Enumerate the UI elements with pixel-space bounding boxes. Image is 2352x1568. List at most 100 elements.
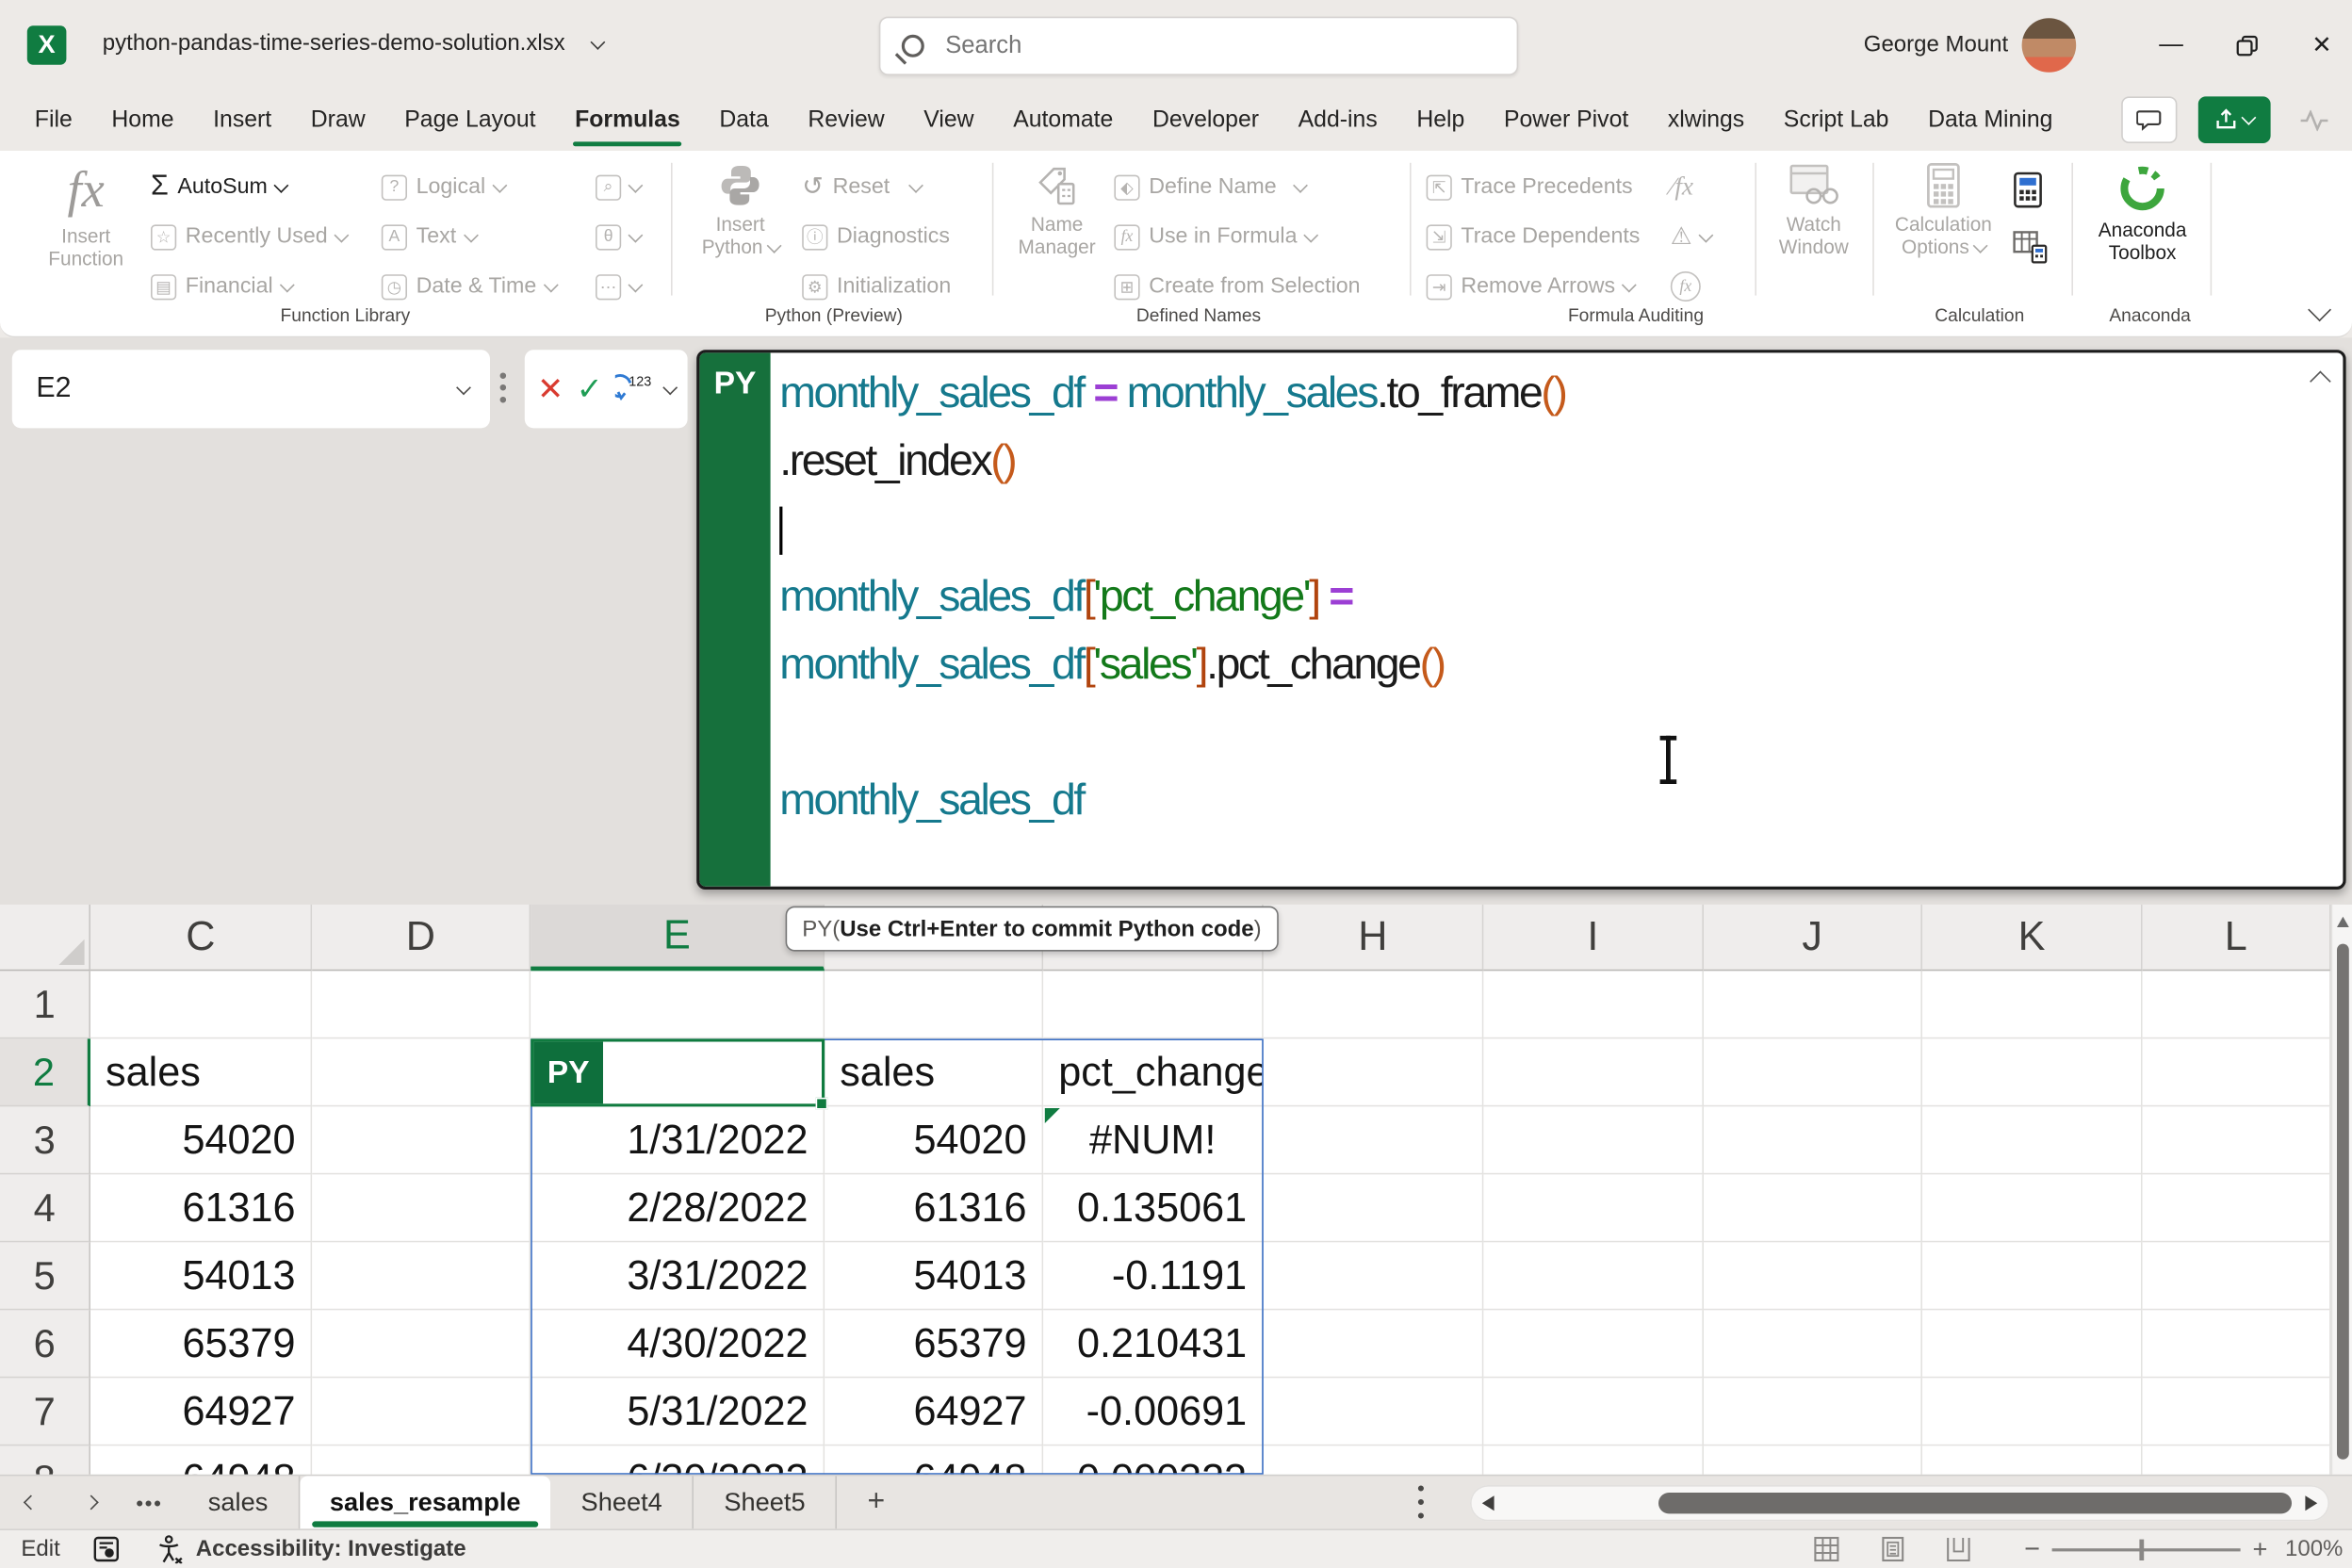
error-checking-button[interactable]: ⚠ — [1671, 219, 1712, 254]
define-name-button[interactable]: ⬖Define Name — [1114, 169, 1305, 204]
horizontal-scrollbar-thumb[interactable] — [1658, 1493, 2292, 1513]
name-manager-button[interactable]: Name Manager — [1007, 163, 1107, 258]
menu-tab-data-mining[interactable]: Data Mining — [1926, 98, 2054, 143]
cell-H3[interactable] — [1264, 1106, 1484, 1174]
macro-recording-icon[interactable] — [93, 1536, 122, 1561]
cell-K2[interactable] — [1922, 1038, 2143, 1106]
menu-tab-automate[interactable]: Automate — [1012, 98, 1115, 143]
cell-H7[interactable] — [1264, 1378, 1484, 1446]
row-header-5[interactable]: 5 — [0, 1242, 90, 1310]
cell-F6[interactable]: 65379 — [825, 1310, 1043, 1378]
cell-F4[interactable]: 61316 — [825, 1174, 1043, 1242]
cell-D5[interactable] — [312, 1242, 531, 1310]
code-line-1[interactable]: monthly_sales_df = monthly_sales.to_fram… — [779, 359, 2334, 427]
comments-button[interactable] — [2121, 96, 2177, 143]
calculate-sheet-button[interactable] — [2013, 229, 2049, 265]
python-code-area[interactable]: monthly_sales_df = monthly_sales.to_fram… — [771, 352, 2344, 886]
normal-view-icon[interactable] — [1813, 1536, 1838, 1561]
trace-precedents-button[interactable]: ⇱Trace Precedents — [1427, 169, 1633, 204]
add-sheet-button[interactable]: + — [837, 1476, 915, 1528]
create-from-selection-button[interactable]: ⊞Create from Selection — [1114, 269, 1360, 304]
zoom-level[interactable]: 100% — [2279, 1536, 2343, 1561]
row-header-1[interactable]: 1 — [0, 971, 90, 1038]
row-header-3[interactable]: 3 — [0, 1106, 90, 1174]
cell-L3[interactable] — [2143, 1106, 2331, 1174]
column-header-H[interactable]: H — [1264, 905, 1484, 971]
scrollbar-splitter[interactable]: ••• — [1417, 1482, 1425, 1523]
menu-tab-power-pivot[interactable]: Power Pivot — [1502, 98, 1630, 143]
active-cell-E2[interactable]: PY — [531, 1038, 825, 1106]
anaconda-toolbox-button[interactable]: Anaconda Toolbox — [2093, 163, 2193, 264]
code-line-4[interactable]: monthly_sales_df['pct_change'] = — [779, 563, 2334, 630]
zoom-slider-handle[interactable] — [2140, 1539, 2145, 1560]
sheet-tab-sales[interactable]: sales — [178, 1476, 300, 1528]
cell-D3[interactable] — [312, 1106, 531, 1174]
enter-icon[interactable]: ✓ — [577, 370, 603, 408]
cell-F8[interactable]: 64948 — [825, 1446, 1043, 1474]
formula-bar-splitter[interactable]: ••• — [499, 371, 507, 407]
column-header-L[interactable]: L — [2143, 905, 2331, 971]
avatar[interactable] — [2022, 18, 2077, 73]
evaluate-formula-button[interactable]: fx — [1671, 269, 1701, 304]
remove-arrows-button[interactable]: ⇥Remove Arrows — [1427, 269, 1635, 304]
cell-E8[interactable]: 6/30/2022 — [531, 1446, 825, 1474]
cell-D6[interactable] — [312, 1310, 531, 1378]
name-box-input[interactable] — [33, 371, 410, 407]
search-input[interactable] — [942, 31, 1455, 61]
activity-icon[interactable] — [2292, 96, 2337, 143]
watch-window-button[interactable]: Watch Window — [1764, 163, 1864, 258]
lookup-reference-button[interactable]: ⌕ — [596, 169, 641, 204]
menu-tab-data[interactable]: Data — [718, 98, 771, 143]
cell-I5[interactable] — [1483, 1242, 1704, 1310]
cell-E4[interactable]: 2/28/2022 — [531, 1174, 825, 1242]
cell-K1[interactable] — [1922, 971, 2143, 1038]
logical-button[interactable]: ?Logical — [382, 169, 505, 204]
cell-G1[interactable] — [1043, 971, 1264, 1038]
menu-tab-page-layout[interactable]: Page Layout — [403, 98, 537, 143]
cell-J3[interactable] — [1704, 1106, 1922, 1174]
row-header-7[interactable]: 7 — [0, 1378, 90, 1446]
cell-J4[interactable] — [1704, 1174, 1922, 1242]
cell-K8[interactable] — [1922, 1446, 2143, 1474]
sheet-tab-sales_resample[interactable]: sales_resample — [300, 1476, 551, 1528]
vertical-scrollbar[interactable] — [2331, 905, 2352, 1475]
show-formulas-button[interactable]: ∕fx — [1671, 169, 1693, 204]
insert-python-button[interactable]: Insert Python — [691, 163, 791, 258]
menu-tab-file[interactable]: File — [33, 98, 74, 143]
menu-tab-insert[interactable]: Insert — [212, 98, 273, 143]
cell-K4[interactable] — [1922, 1174, 2143, 1242]
cell-I3[interactable] — [1483, 1106, 1704, 1174]
cell-J8[interactable] — [1704, 1446, 1922, 1474]
diagnostics-button[interactable]: ⓘDiagnostics — [802, 219, 950, 254]
cell-G2[interactable]: pct_change — [1043, 1038, 1264, 1106]
vertical-scrollbar-thumb[interactable] — [2336, 944, 2348, 1460]
menu-tab-xlwings[interactable]: xlwings — [1666, 98, 1746, 143]
zoom-out-icon[interactable]: − — [2024, 1533, 2040, 1565]
cell-E3[interactable]: 1/31/2022 — [531, 1106, 825, 1174]
menu-tab-formulas[interactable]: Formulas — [574, 98, 682, 143]
convert-to-value-icon[interactable]: 123 — [615, 372, 651, 405]
cell-H2[interactable] — [1264, 1038, 1484, 1106]
cell-C4[interactable]: 61316 — [90, 1174, 312, 1242]
cell-J5[interactable] — [1704, 1242, 1922, 1310]
cell-E7[interactable]: 5/31/2022 — [531, 1378, 825, 1446]
cell-I7[interactable] — [1483, 1378, 1704, 1446]
horizontal-scrollbar[interactable] — [1470, 1485, 2329, 1521]
cell-D4[interactable] — [312, 1174, 531, 1242]
cell-C5[interactable]: 54013 — [90, 1242, 312, 1310]
cell-I4[interactable] — [1483, 1174, 1704, 1242]
worksheet-grid[interactable]: CDEFGHIJKL12salessalespct_change3540201/… — [0, 905, 2352, 1475]
menu-tab-view[interactable]: View — [923, 98, 976, 143]
cell-L1[interactable] — [2143, 971, 2331, 1038]
cell-L8[interactable] — [2143, 1446, 2331, 1474]
page-layout-view-icon[interactable] — [1881, 1536, 1903, 1561]
cell-F5[interactable]: 54013 — [825, 1242, 1043, 1310]
code-line-3[interactable] — [779, 495, 2334, 563]
cell-L6[interactable] — [2143, 1310, 2331, 1378]
code-line-5[interactable]: monthly_sales_df['sales'].pct_change() — [779, 630, 2334, 698]
column-header-I[interactable]: I — [1483, 905, 1704, 971]
cell-I1[interactable] — [1483, 971, 1704, 1038]
row-header-8[interactable]: 8 — [0, 1446, 90, 1474]
name-box[interactable] — [12, 350, 490, 428]
math-trig-button[interactable]: θ — [596, 219, 641, 254]
